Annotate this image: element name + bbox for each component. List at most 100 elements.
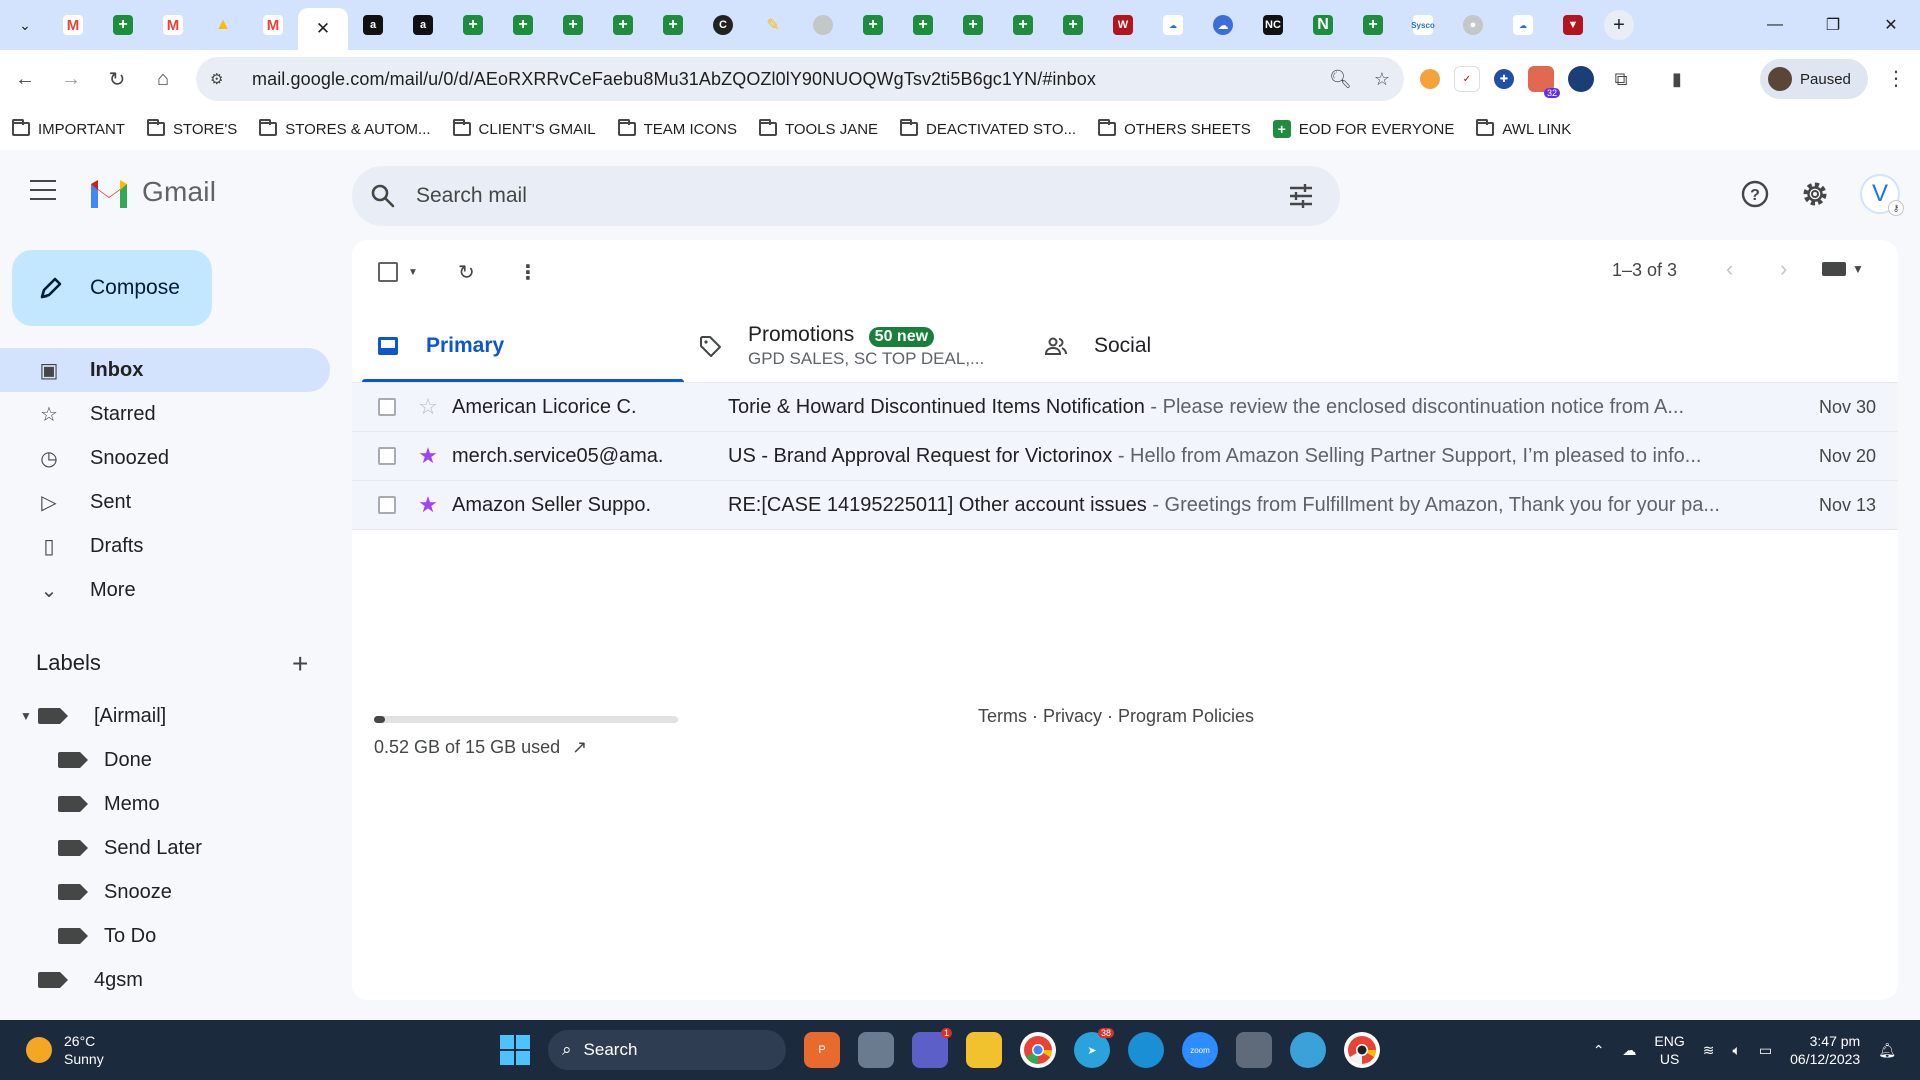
bookmark-item[interactable]: TOOLS JANE (758, 119, 878, 138)
search-bar[interactable]: Search mail (352, 166, 1340, 226)
browser-tab[interactable]: NC (1248, 5, 1298, 45)
new-tab-button[interactable]: + (1604, 10, 1634, 40)
label-item[interactable]: Send Later (0, 826, 330, 870)
browser-tab[interactable]: a (398, 5, 448, 45)
star-icon[interactable]: ☆ (416, 394, 440, 420)
star-icon[interactable]: ★ (416, 492, 440, 518)
wifi-icon[interactable]: ≋ (1703, 1042, 1715, 1059)
zoom-icon[interactable]: 🔍︎ (1329, 69, 1352, 90)
bookmark-item[interactable]: STORE'S (146, 119, 237, 138)
label-item[interactable]: To Do (0, 914, 330, 958)
tab-search-button[interactable]: ⌄ (8, 8, 42, 42)
tab-social[interactable]: Social (1030, 310, 1330, 382)
label-item[interactable]: Snooze (0, 870, 330, 914)
bookmark-item[interactable]: STORES & AUTOM... (259, 119, 431, 138)
telegram-app-icon[interactable]: ➤ 38 (1074, 1028, 1114, 1068)
label-item[interactable]: ▼ [Airmail] (0, 694, 330, 738)
browser-tab[interactable]: ☁ (1498, 5, 1548, 45)
chrome-profile-app-icon[interactable] (1344, 1032, 1380, 1068)
browser-tab[interactable]: + (998, 5, 1048, 45)
bookmark-item[interactable]: TEAM ICONS (617, 119, 737, 138)
label-item[interactable]: 4gsm (0, 958, 330, 1002)
gmail-logo[interactable]: Gmail (88, 176, 216, 208)
browser-tab[interactable]: + (448, 5, 498, 45)
globe-app-icon[interactable] (1290, 1032, 1326, 1068)
browser-tab[interactable]: + (598, 5, 648, 45)
minimize-button[interactable]: — (1746, 0, 1804, 50)
browser-tab[interactable]: + (948, 5, 998, 45)
bookmark-item[interactable]: AWL LINK (1476, 119, 1571, 138)
search-input[interactable]: Search mail (416, 184, 527, 208)
select-menu-caret-icon[interactable]: ▼ (408, 267, 418, 278)
restore-button[interactable]: ❐ (1804, 0, 1862, 50)
browser-tab[interactable]: + (98, 5, 148, 45)
browser-tab[interactable]: N (1298, 5, 1348, 45)
browser-tab[interactable]: ● (1448, 5, 1498, 45)
profile-button[interactable]: Paused (1760, 59, 1868, 99)
extension-folder-icon[interactable]: 32 (1528, 66, 1560, 98)
system-clock[interactable]: 3:47 pm 06/12/2023 (1790, 1032, 1860, 1068)
url-text[interactable]: mail.google.com/mail/u/0/d/AEoRXRRvCeFae… (252, 69, 1096, 90)
address-bar[interactable]: ⚙ mail.google.com/mail/u/0/d/AEoRXRRvCeF… (196, 57, 1404, 101)
star-icon[interactable]: ★ (416, 443, 440, 469)
browser-tab[interactable]: + (1348, 5, 1398, 45)
tab-primary[interactable]: Primary (362, 310, 684, 382)
browser-tab[interactable]: Sysco (1398, 5, 1448, 45)
windows-start-icon[interactable] (500, 1035, 530, 1065)
back-button[interactable]: ← (4, 58, 46, 100)
extension-shield-icon[interactable] (1568, 66, 1594, 92)
volume-muted-icon[interactable]: 🔈︎ (1733, 1042, 1741, 1059)
sidebar-item-sent[interactable]: ▷ Sent (0, 480, 330, 524)
browser-tab[interactable]: ▼ (1548, 5, 1598, 45)
tab-promotions[interactable]: Promotions 50 new GPD SALES, SC TOP DEAL… (684, 310, 1030, 382)
create-label-icon[interactable]: + (292, 648, 308, 680)
email-checkbox[interactable] (378, 496, 396, 514)
browser-tab[interactable]: + (1048, 5, 1098, 45)
browser-tab[interactable] (798, 5, 848, 45)
browser-tab[interactable]: C (698, 5, 748, 45)
footer-links[interactable]: Terms · Privacy · Program Policies (978, 706, 1254, 727)
browser-tab[interactable]: M (148, 5, 198, 45)
edge-app-icon[interactable] (1128, 1032, 1164, 1068)
taskbar-search[interactable]: ⌕ Search (548, 1030, 786, 1070)
newer-page-icon[interactable]: ‹ (1726, 256, 1733, 282)
extensions-puzzle-icon[interactable]: ⧉ (1608, 66, 1634, 92)
sidebar-item-inbox[interactable]: ▣ Inbox (0, 348, 330, 392)
expand-caret-icon[interactable]: ▼ (20, 709, 36, 723)
email-row[interactable]: ★ merch.service05@ama. US - Brand Approval… (352, 432, 1898, 481)
browser-tab[interactable]: + (898, 5, 948, 45)
refresh-icon[interactable]: ↻ (458, 260, 475, 285)
onedrive-icon[interactable]: ☁ (1622, 1042, 1636, 1059)
browser-tab[interactable]: + (848, 5, 898, 45)
main-menu-icon[interactable] (30, 180, 56, 200)
battery-icon[interactable]: ▭ (1759, 1042, 1772, 1059)
browser-tab[interactable]: a (348, 5, 398, 45)
account-avatar[interactable]: V ⚷ (1860, 174, 1904, 216)
email-row[interactable]: ★ Amazon Seller Suppo. RE:[CASE 1419522501… (352, 481, 1898, 530)
input-tools-button[interactable]: ▼ (1822, 262, 1864, 276)
bookmark-star-icon[interactable]: ☆ (1374, 69, 1390, 90)
sidebar-item-drafts[interactable]: ▯ Drafts (0, 524, 330, 568)
browser-tab[interactable]: ✕ (298, 8, 348, 50)
notification-bell-icon[interactable]: 🔔︎ (1878, 1042, 1896, 1059)
older-page-icon[interactable]: › (1780, 256, 1787, 282)
extension-cross-icon[interactable]: ✚ (1494, 69, 1514, 89)
browser-tab[interactable]: + (548, 5, 598, 45)
browser-tab[interactable]: + (648, 5, 698, 45)
bookmark-item[interactable]: + EOD FOR EVERYONE (1272, 120, 1454, 138)
search-icon[interactable] (370, 183, 396, 209)
reload-button[interactable]: ↻ (96, 58, 138, 100)
more-actions-icon[interactable]: ⋮ (518, 260, 538, 285)
email-row[interactable]: ☆ American Licorice C. Torie & Howard Disc… (352, 383, 1898, 432)
sidebar-item-snoozed[interactable]: ◷ Snoozed (0, 436, 330, 480)
office-app-icon[interactable]: P (804, 1032, 840, 1068)
calculator-app-icon[interactable] (1236, 1032, 1272, 1068)
open-external-icon[interactable]: ↗ (572, 737, 587, 758)
browser-tab[interactable]: ☁ (1148, 5, 1198, 45)
weather-widget[interactable]: 26°C Sunny (26, 1032, 104, 1068)
browser-tab[interactable]: M (48, 5, 98, 45)
browser-tab[interactable]: ▲ (198, 5, 248, 45)
browser-tab[interactable]: M (248, 5, 298, 45)
close-tab-icon[interactable]: ✕ (316, 19, 330, 39)
extension-orange-icon[interactable] (1420, 69, 1440, 89)
